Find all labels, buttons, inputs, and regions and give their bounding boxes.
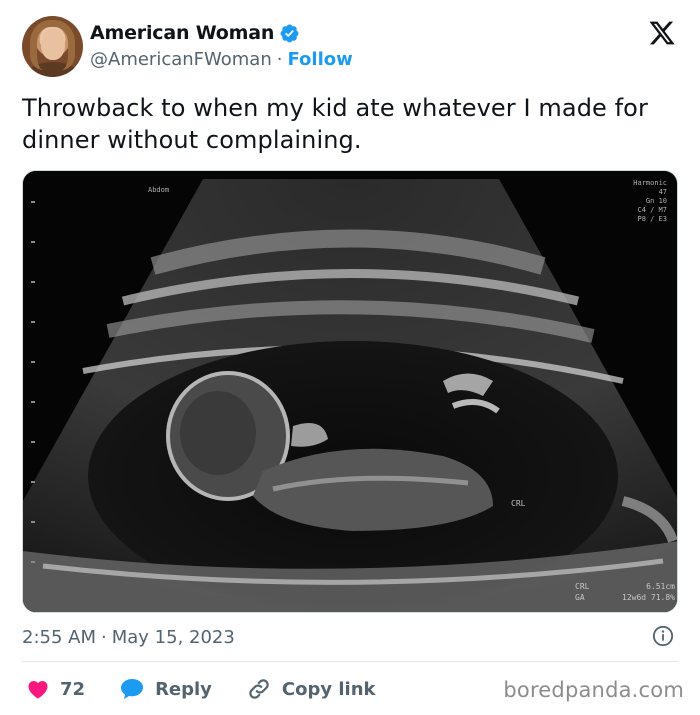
handle-row: @AmericanFWoman · Follow bbox=[90, 49, 353, 70]
link-icon bbox=[249, 679, 269, 699]
overlay-crl-label: CRL bbox=[511, 499, 526, 508]
like-count: 72 bbox=[60, 678, 86, 700]
display-name[interactable]: American Woman bbox=[90, 22, 274, 44]
divider bbox=[22, 661, 678, 662]
heart-icon bbox=[28, 681, 48, 699]
x-logo-icon[interactable] bbox=[648, 19, 676, 47]
copy-link-button[interactable]: Copy link bbox=[246, 676, 376, 702]
reply-label: Reply bbox=[155, 678, 212, 700]
tweet-meta: 2:55 AM · May 15, 2023 bbox=[22, 624, 678, 650]
ultrasound-image bbox=[23, 171, 677, 612]
tweet-time[interactable]: 2:55 AM bbox=[22, 627, 96, 648]
info-icon[interactable] bbox=[652, 625, 674, 647]
reply-bubble-icon bbox=[121, 679, 144, 699]
reply-button[interactable]: Reply bbox=[119, 677, 212, 701]
overlay-top-right: Harmonic 47 Gn 10 C4 / M7 P8 / E3 bbox=[633, 179, 667, 223]
copy-link-label: Copy link bbox=[281, 678, 376, 700]
tweet-date[interactable]: May 15, 2023 bbox=[112, 627, 235, 648]
avatar[interactable] bbox=[22, 16, 83, 77]
tweet-media-ultrasound[interactable]: Abdom Harmonic 47 Gn 10 C4 / M7 P8 / E3 … bbox=[22, 170, 678, 613]
verified-badge-icon bbox=[280, 24, 299, 42]
tweet-header: American Woman @AmericanFWoman · Follow bbox=[22, 16, 682, 80]
watermark: boredpanda.com bbox=[503, 678, 684, 702]
name-row: American Woman bbox=[90, 22, 300, 44]
tweet-text: Throwback to when my kid ate whatever I … bbox=[22, 94, 648, 154]
separator: · bbox=[276, 49, 283, 70]
handle[interactable]: @AmericanFWoman bbox=[90, 49, 272, 70]
overlay-top-left: Abdom bbox=[148, 186, 170, 194]
follow-button[interactable]: Follow bbox=[287, 49, 352, 70]
meta-separator: · bbox=[101, 626, 107, 648]
like-button[interactable]: 72 bbox=[26, 677, 85, 701]
overlay-measurements: CRL 6.51cm GA 12w6d 71.8% bbox=[575, 582, 675, 602]
